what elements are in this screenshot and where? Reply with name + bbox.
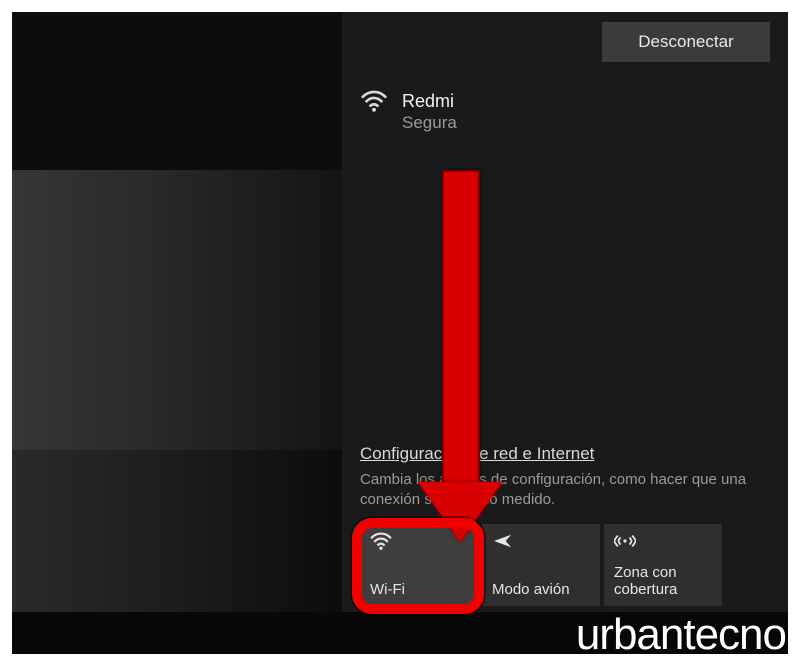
desktop-region-bottom: [12, 450, 342, 636]
hotspot-tile[interactable]: Zona con cobertura: [604, 524, 722, 606]
disconnect-button[interactable]: Desconectar: [602, 22, 770, 62]
available-network-item[interactable]: Redmi Segura: [360, 90, 457, 134]
annotation-arrow-head: [418, 482, 502, 542]
wifi-tile-label: Wi-Fi: [370, 581, 468, 598]
hotspot-tile-label: Zona con cobertura: [614, 564, 712, 598]
wifi-icon: [360, 90, 388, 117]
network-flyout: Desconectar Redmi Segura Configuración d…: [342, 12, 788, 612]
desktop-region-top: [12, 12, 342, 170]
desktop-region-middle: [12, 170, 342, 450]
airplane-icon: [492, 532, 590, 550]
network-status: Segura: [402, 112, 457, 134]
hotspot-icon: [614, 532, 712, 550]
network-name: Redmi: [402, 90, 457, 112]
network-text: Redmi Segura: [402, 90, 457, 134]
quick-action-tiles: Wi-Fi Modo avión: [360, 524, 722, 606]
airplane-tile-label: Modo avión: [492, 581, 590, 598]
annotation-arrow: [442, 170, 480, 494]
watermark-text: urbantecno: [576, 610, 786, 654]
